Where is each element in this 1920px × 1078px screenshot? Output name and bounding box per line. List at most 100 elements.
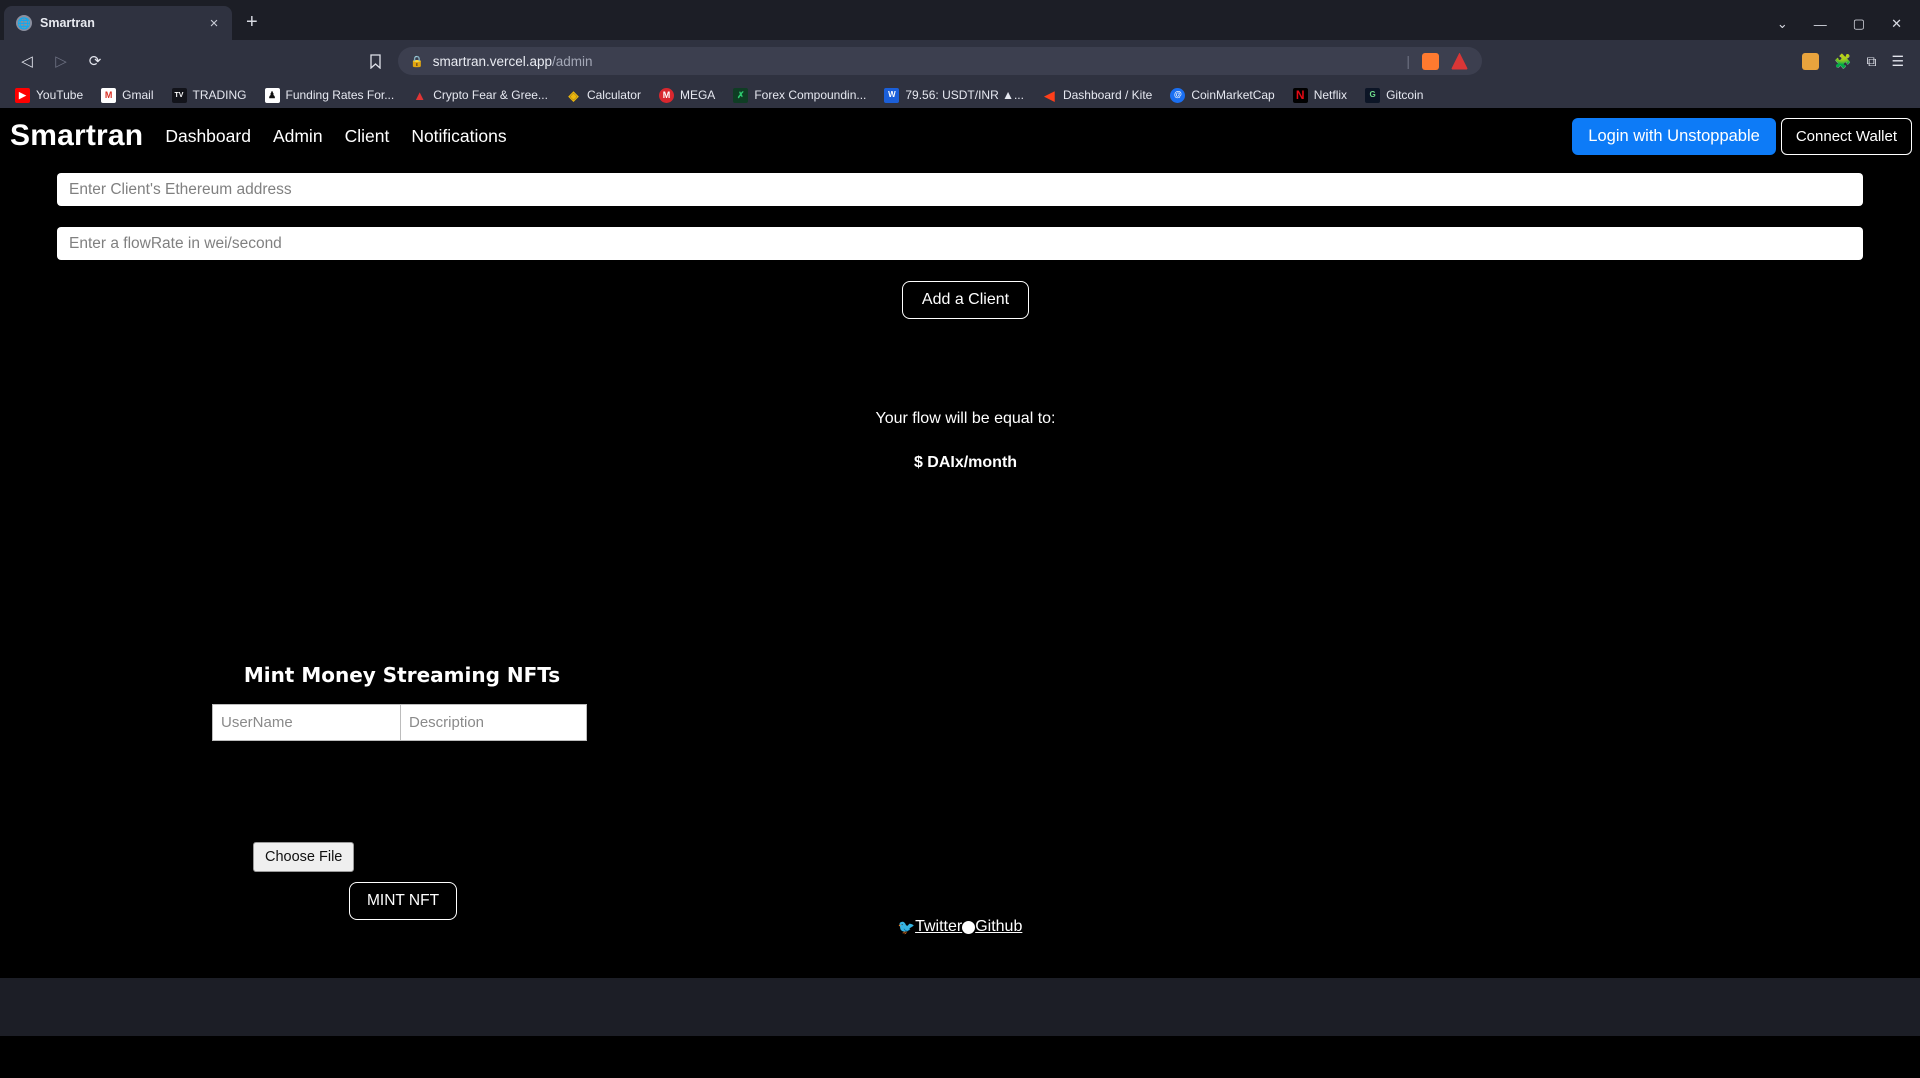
app-nav-links: Dashboard Admin Client Notifications xyxy=(165,126,506,147)
bookmark-label: Funding Rates For... xyxy=(285,88,395,102)
add-client-row: Add a Client xyxy=(57,281,1874,319)
youtube-icon: ▶ xyxy=(15,87,30,103)
nav-link-notifications[interactable]: Notifications xyxy=(411,126,506,147)
tab-title: Smartran xyxy=(40,16,95,30)
lock-icon: 🔒 xyxy=(410,55,424,68)
bookmark-item[interactable]: ♟ Funding Rates For... xyxy=(256,84,404,106)
client-form: Add a Client Your flow will be equal to:… xyxy=(0,164,1920,472)
bookmark-item[interactable]: M Gmail xyxy=(92,84,162,106)
new-tab-button[interactable]: + xyxy=(246,12,258,32)
bookmark-item[interactable]: ◈ Calculator xyxy=(557,84,650,106)
reload-icon[interactable]: ⟳ xyxy=(78,46,112,76)
address-bar[interactable]: 🔒 smartran.vercel.app/admin | xyxy=(398,47,1482,75)
crypto-fear-greed-icon: ▲ xyxy=(413,87,427,103)
bookmark-label: Crypto Fear & Gree... xyxy=(433,88,548,102)
bookmark-label: Gitcoin xyxy=(1386,88,1424,102)
bookmark-item[interactable]: W 79.56: USDT/INR ▲... xyxy=(875,84,1033,106)
page-content: Smartran Dashboard Admin Client Notifica… xyxy=(0,108,1920,1036)
bookmark-item[interactable]: TV TRADING xyxy=(163,84,256,106)
bookmark-item[interactable]: G Gitcoin xyxy=(1356,84,1432,106)
puzzle-icon[interactable]: 🧩 xyxy=(1834,53,1851,70)
bookmark-label: TRADING xyxy=(192,88,247,102)
split-view-icon[interactable]: ⧉ xyxy=(1866,53,1876,70)
gitcoin-icon: G xyxy=(1365,87,1381,103)
close-icon[interactable]: × xyxy=(204,16,224,31)
mint-nft-button[interactable]: MINT NFT xyxy=(349,882,458,920)
github-icon xyxy=(962,920,976,934)
bookmark-label: 79.56: USDT/INR ▲... xyxy=(905,88,1024,102)
choose-file-button[interactable]: Choose File xyxy=(253,842,355,872)
mega-icon: M xyxy=(658,87,674,103)
minimize-button[interactable]: — xyxy=(1814,17,1827,32)
browser-tab[interactable]: 🌐 Smartran × xyxy=(4,6,232,40)
app-navbar: Smartran Dashboard Admin Client Notifica… xyxy=(0,108,1920,164)
menu-icon[interactable]: ☰ xyxy=(1891,53,1904,70)
flow-value: $ DAIx/month xyxy=(913,454,1018,471)
bookmark-icon[interactable] xyxy=(360,53,390,69)
nft-description-input[interactable] xyxy=(400,704,587,741)
mint-nft-section: Mint Money Streaming NFTs xyxy=(212,663,592,741)
flow-summary: Your flow will be equal to: $ DAIx/month xyxy=(57,410,1874,472)
twitter-bird-icon: 🐦 xyxy=(897,918,916,935)
github-link[interactable]: Github xyxy=(975,918,1022,936)
nft-username-input[interactable] xyxy=(212,704,400,741)
bookmark-label: Netflix xyxy=(1313,88,1348,102)
bookmark-label: Dashboard / Kite xyxy=(1062,88,1153,102)
bookmark-item[interactable]: N Netflix xyxy=(1284,84,1356,106)
browser-chrome: 🌐 Smartran × + ⌄ — ▢ ✕ ◁ ▷ ⟳ 🔒 smartran.… xyxy=(0,0,1920,108)
maximize-button[interactable]: ▢ xyxy=(1853,16,1865,32)
bookmark-label: CoinMarketCap xyxy=(1191,88,1275,102)
globe-icon: 🌐 xyxy=(16,15,32,31)
toolbar-right: 🧩 ⧉ ☰ xyxy=(1802,52,1910,70)
browser-toolbar: ◁ ▷ ⟳ 🔒 smartran.vercel.app/admin | 🧩 ⧉ … xyxy=(0,40,1920,82)
mint-fields-row xyxy=(212,704,592,741)
nav-link-admin[interactable]: Admin xyxy=(273,126,323,147)
brave-shield-icon[interactable] xyxy=(1422,52,1439,70)
bookmark-item[interactable]: ▲ Crypto Fear & Gree... xyxy=(403,84,557,106)
bookmark-item[interactable]: M MEGA xyxy=(650,84,724,106)
bookmarks-bar: ▶ YouTube M Gmail TV TRADING ♟ Funding Rates… xyxy=(0,82,1920,108)
ethereum-address-input[interactable] xyxy=(57,173,1863,206)
url-text: smartran.vercel.app/admin xyxy=(432,53,593,69)
wazirx-icon: W xyxy=(884,87,900,103)
window-controls: ⌄ — ▢ ✕ xyxy=(1777,16,1920,40)
bookmark-item[interactable]: ▶ YouTube xyxy=(6,84,92,106)
binance-icon: ◈ xyxy=(568,87,579,103)
bottom-strip xyxy=(0,978,1920,1036)
app-nav-actions: Login with Unstoppable Connect Wallet xyxy=(1572,117,1912,155)
flowrate-input[interactable] xyxy=(57,227,1863,260)
funding-rates-icon: ♟ xyxy=(264,87,280,103)
netflix-icon: N xyxy=(1292,87,1308,103)
login-with-unstoppable-button[interactable]: Login with Unstoppable xyxy=(1572,117,1776,155)
bookmark-label: MEGA xyxy=(679,88,716,102)
nav-link-dashboard[interactable]: Dashboard xyxy=(165,126,251,147)
address-bar-actions: | xyxy=(1406,52,1470,70)
bookmark-label: Calculator xyxy=(586,88,641,102)
bookmark-label: Forex Compoundin... xyxy=(754,88,867,102)
forex-compounding-icon: ✗ xyxy=(733,87,749,103)
add-client-button[interactable]: Add a Client xyxy=(901,281,1030,319)
wallet-icon[interactable] xyxy=(1802,52,1819,70)
app-brand[interactable]: Smartran xyxy=(10,119,143,153)
mint-section-title: Mint Money Streaming NFTs xyxy=(243,663,561,687)
kite-icon: ◀ xyxy=(1044,87,1055,103)
close-window-button[interactable]: ✕ xyxy=(1891,16,1902,32)
chevron-down-icon[interactable]: ⌄ xyxy=(1777,16,1788,32)
flow-label: Your flow will be equal to: xyxy=(875,410,1056,427)
gmail-icon: M xyxy=(101,87,117,103)
twitter-link[interactable]: Twitter xyxy=(915,918,962,936)
footer-links: 🐦 Twitter Github xyxy=(0,918,1920,936)
tab-strip: 🌐 Smartran × + ⌄ — ▢ ✕ xyxy=(0,0,1920,40)
nav-link-client[interactable]: Client xyxy=(345,126,390,147)
forward-icon[interactable]: ▷ xyxy=(44,46,78,76)
bookmark-item[interactable]: ✗ Forex Compoundin... xyxy=(724,84,875,106)
coinmarketcap-icon: @ xyxy=(1170,87,1186,103)
bookmark-label: Gmail xyxy=(122,88,154,102)
back-icon[interactable]: ◁ xyxy=(10,46,44,76)
connect-wallet-button[interactable]: Connect Wallet xyxy=(1780,117,1912,155)
warning-triangle-icon[interactable] xyxy=(1451,52,1468,70)
tradingview-icon: TV xyxy=(171,87,187,103)
separator: | xyxy=(1406,53,1410,69)
bookmark-item[interactable]: @ CoinMarketCap xyxy=(1161,84,1283,106)
bookmark-item[interactable]: ◀ Dashboard / Kite xyxy=(1033,84,1161,106)
